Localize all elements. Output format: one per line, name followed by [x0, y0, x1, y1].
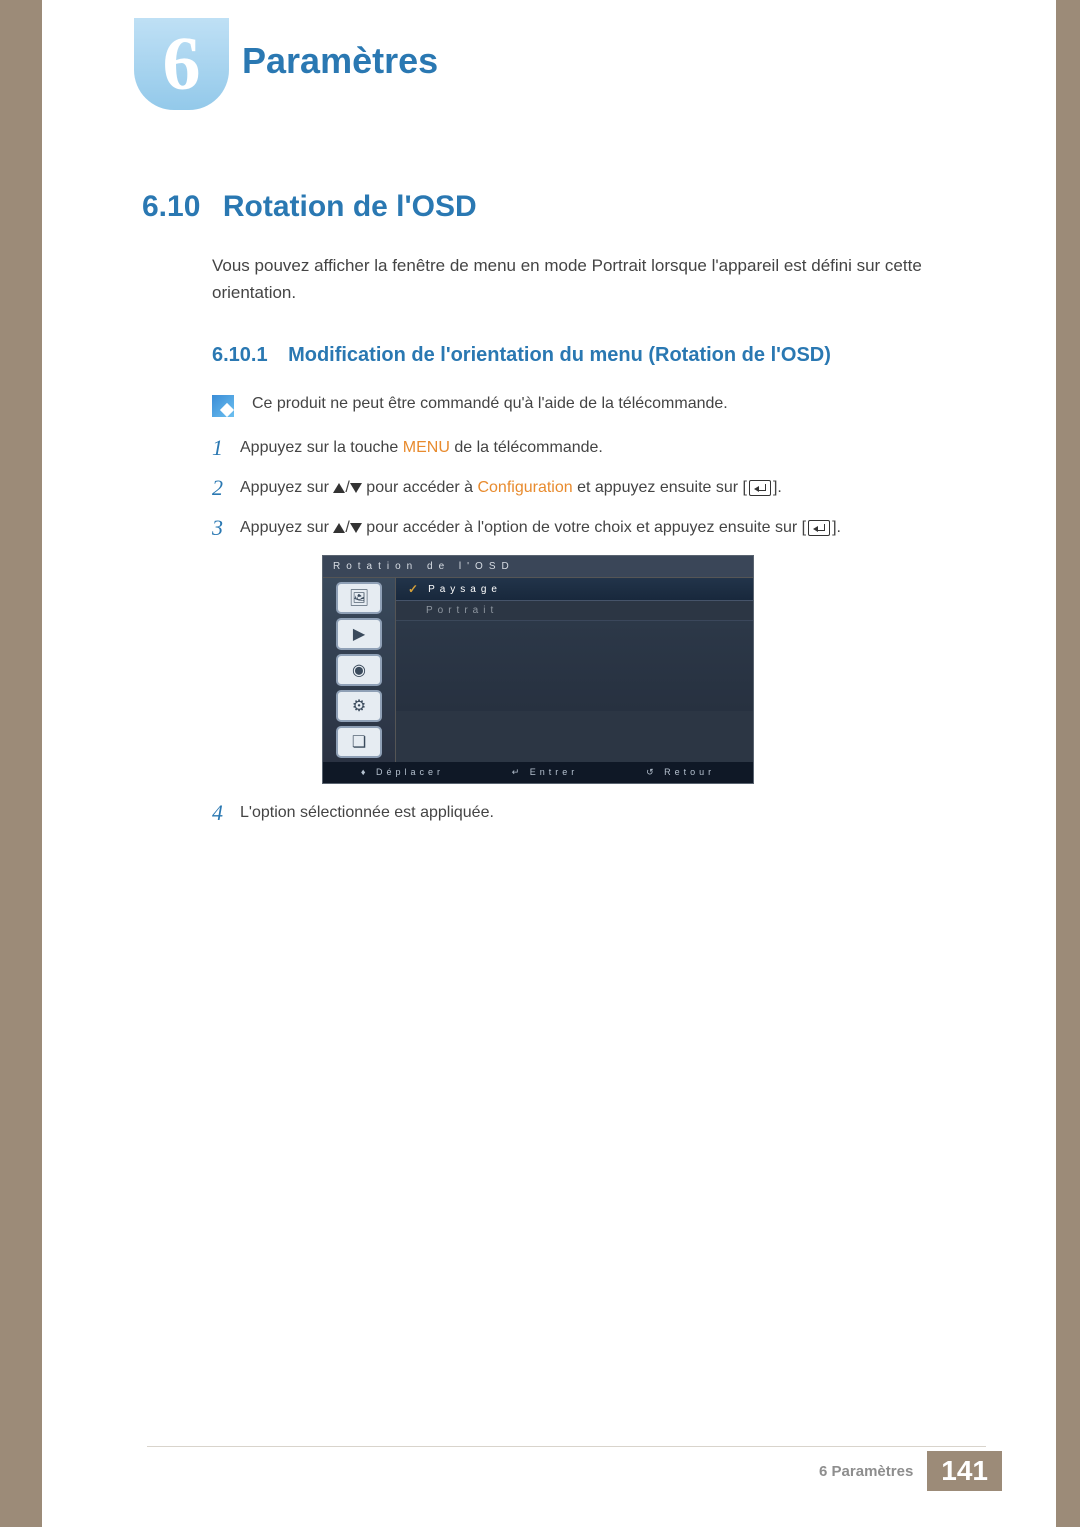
osd-item-paysage: ✓ Paysage: [396, 578, 753, 601]
keyword-menu: MENU: [403, 439, 450, 456]
down-icon: [350, 483, 362, 493]
step-number: 2: [212, 475, 240, 501]
step-2: 2 Appuyez sur / pour accéder à Configura…: [212, 475, 1012, 501]
subsection-number: 6.10.1: [212, 344, 268, 367]
osd-sidebar-icons: 🖼 ▶ ◉ ⚙ ❏: [323, 578, 396, 762]
check-icon: ✓: [408, 582, 418, 596]
section-title: Rotation de l'OSD: [223, 190, 477, 224]
page-number: 141: [927, 1451, 1002, 1491]
chapter-title: Paramètres: [242, 40, 438, 82]
picture-icon: 🖼: [336, 582, 382, 614]
osd-item-portrait: Portrait: [396, 601, 753, 621]
osd-footer-enter: ↵ Entrer: [512, 767, 579, 778]
osd-figure: Rotation de l'OSD 🖼 ▶ ◉ ⚙ ❏ ✓ Paysage: [322, 555, 754, 784]
step-number: 4: [212, 800, 240, 826]
up-icon: [333, 483, 345, 493]
chapter-tab: 6: [134, 18, 229, 110]
step-text: L'option sélectionnée est appliquée.: [240, 800, 494, 826]
note-icon: [212, 395, 234, 417]
osd-blank-area: [396, 621, 753, 711]
section-heading: 6.10 Rotation de l'OSD: [142, 190, 1012, 224]
note-row: Ce produit ne peut être commandé qu'à l'…: [212, 395, 1012, 417]
down-icon: [350, 523, 362, 533]
step-number: 3: [212, 515, 240, 541]
section-number: 6.10: [142, 190, 200, 224]
osd-item-label: Portrait: [426, 605, 498, 616]
osd-item-label: Paysage: [428, 584, 502, 595]
page-footer: 6 Paramètres 141: [819, 1451, 1002, 1491]
multi-icon: ❏: [336, 726, 382, 758]
subsection-heading: 6.10.1 Modification de l'orientation du …: [212, 344, 1012, 367]
step-3: 3 Appuyez sur / pour accéder à l'option …: [212, 515, 1012, 541]
enter-icon: [808, 520, 830, 536]
steps-list: 1 Appuyez sur la touche MENU de la téléc…: [212, 435, 1012, 826]
footer-divider: [147, 1446, 986, 1447]
up-icon: [333, 523, 345, 533]
osd-menu: ✓ Paysage Portrait: [396, 578, 753, 762]
keyword-configuration: Configuration: [477, 479, 572, 496]
gear-icon: ⚙: [336, 690, 382, 722]
footer-label: 6 Paramètres: [819, 1463, 913, 1480]
media-icon: ▶: [336, 618, 382, 650]
section-intro: Vous pouvez afficher la fenêtre de menu …: [212, 252, 982, 306]
osd-footer-move: ♦ Déplacer: [361, 767, 444, 778]
enter-icon: [749, 480, 771, 496]
osd-title: Rotation de l'OSD: [323, 556, 753, 578]
sound-icon: ◉: [336, 654, 382, 686]
step-4: 4 L'option sélectionnée est appliquée.: [212, 800, 1012, 826]
step-number: 1: [212, 435, 240, 461]
step-text: Appuyez sur / pour accéder à Configurati…: [240, 475, 782, 501]
step-1: 1 Appuyez sur la touche MENU de la téléc…: [212, 435, 1012, 461]
step-text: Appuyez sur / pour accéder à l'option de…: [240, 515, 841, 541]
osd-footer-back: ↺ Retour: [646, 767, 715, 778]
step-text: Appuyez sur la touche MENU de la télécom…: [240, 435, 603, 461]
page: 6 Paramètres 6.10 Rotation de l'OSD Vous…: [42, 0, 1056, 1527]
osd-body: 🖼 ▶ ◉ ⚙ ❏ ✓ Paysage Portrait: [323, 578, 753, 762]
osd-footer: ♦ Déplacer ↵ Entrer ↺ Retour: [323, 762, 753, 783]
note-text: Ce produit ne peut être commandé qu'à l'…: [252, 395, 728, 413]
subsection-title: Modification de l'orientation du menu (R…: [288, 344, 831, 367]
chapter-number: 6: [163, 21, 201, 108]
